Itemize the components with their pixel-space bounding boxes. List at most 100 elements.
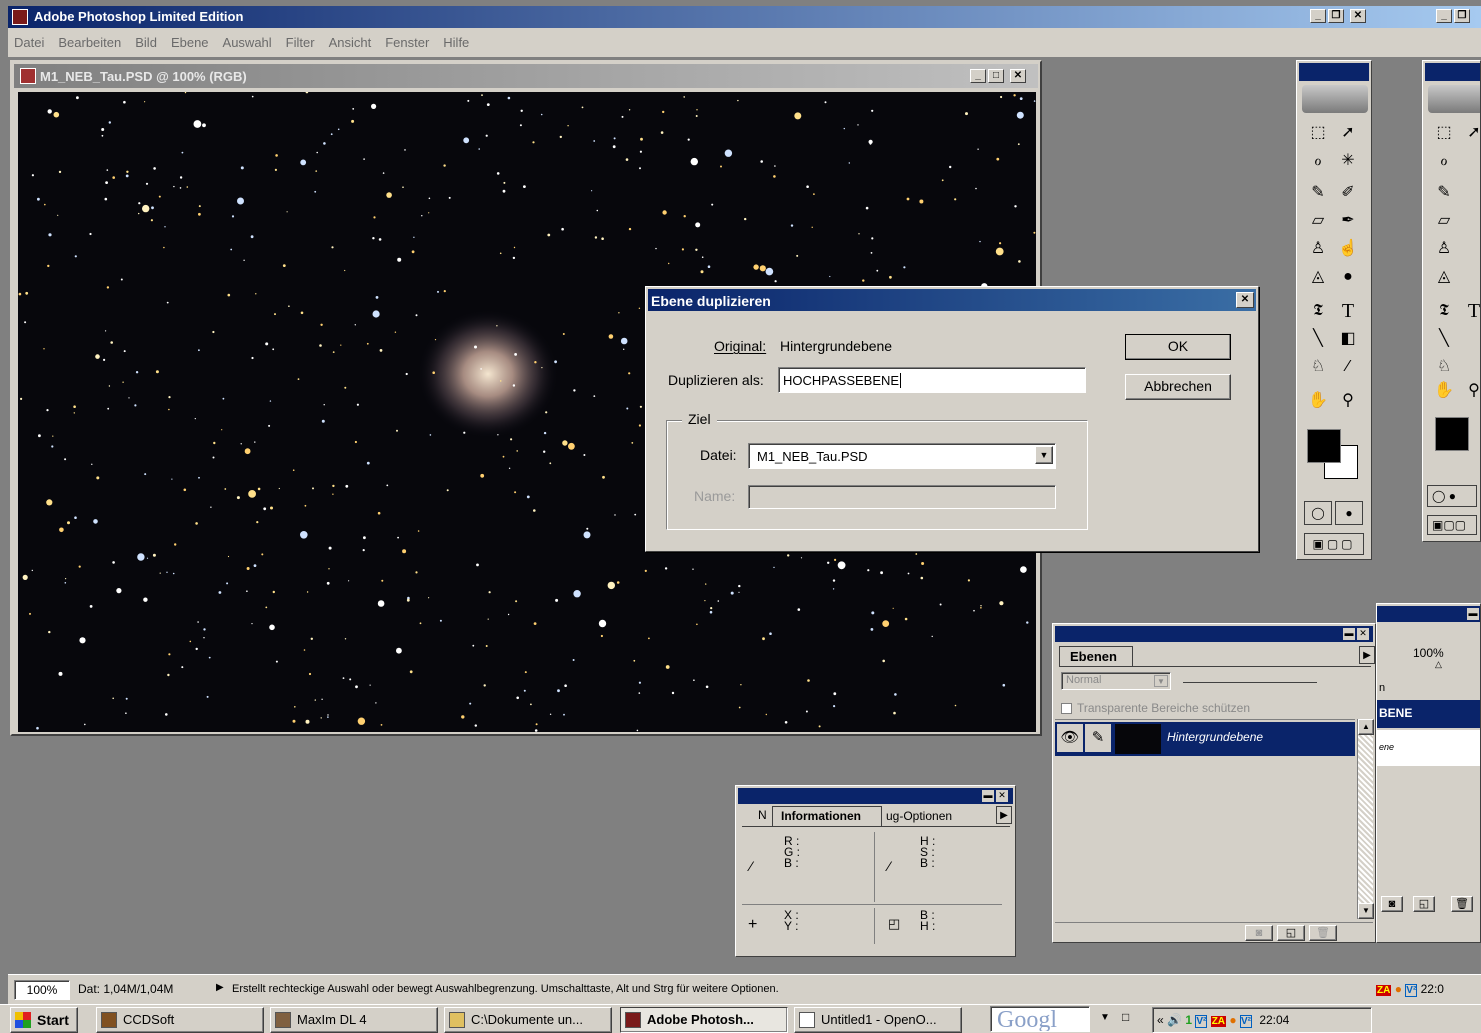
navigator-tab[interactable]: N <box>758 808 767 822</box>
screen-mode-icons[interactable]: ▣▢▢ <box>1304 533 1364 555</box>
blur-tool-icon[interactable]: ◬ <box>1304 265 1332 291</box>
delete-layer-icon[interactable]: 🗑 <box>1309 925 1337 941</box>
text-mask-tool-icon[interactable]: 𝕿 <box>1304 299 1332 325</box>
line-tool-icon-2[interactable]: ╲ <box>1430 327 1458 353</box>
info-menu-arrow-icon[interactable]: ▶ <box>996 806 1012 824</box>
minimize-button[interactable]: _ <box>1310 9 1326 23</box>
hand-tool-icon-2[interactable]: ✋ <box>1430 379 1458 405</box>
menu-item-auswahl[interactable]: Auswahl <box>223 35 272 50</box>
doc-close-button[interactable]: ✕ <box>1010 69 1026 83</box>
pencil-tool-icon[interactable]: ✐ <box>1334 181 1362 207</box>
layer-row-2[interactable]: BENE <box>1377 700 1480 728</box>
panel-minimize-icon[interactable]: ▬ <box>1343 628 1355 640</box>
cancel-button[interactable]: Abbrechen <box>1125 374 1231 400</box>
info-tab[interactable]: Informationen <box>772 806 882 826</box>
dialog-close-button[interactable]: ✕ <box>1236 292 1254 308</box>
new-layer-icon[interactable]: ◱ <box>1277 925 1305 941</box>
search-dropdown-icon[interactable]: ▼ <box>1100 1012 1110 1023</box>
menu-item-filter[interactable]: Filter <box>286 35 315 50</box>
speaker-icon[interactable]: 🔊 <box>1167 1013 1182 1027</box>
foreground-color-swatch-2[interactable] <box>1435 417 1469 451</box>
line-tool-icon[interactable]: ╲ <box>1304 327 1332 353</box>
eraser-tool-icon[interactable]: ▱ <box>1304 209 1332 235</box>
duplicate-as-input[interactable]: HOCHPASSEBENE <box>778 367 1086 393</box>
brush-tool-icon-2[interactable]: ✎ <box>1430 181 1458 207</box>
stamp-tool-icon[interactable]: ♙ <box>1304 237 1332 263</box>
move-tool-icon-2[interactable]: ➚ <box>1460 121 1480 147</box>
text-tool-icon-2[interactable]: T <box>1460 299 1480 325</box>
menu-item-bearbeiten[interactable]: Bearbeiten <box>58 35 121 50</box>
ok-button[interactable]: OK <box>1125 334 1231 360</box>
info-minimize-icon[interactable]: ▬ <box>982 790 994 802</box>
zoom-tool-icon[interactable]: ⚲ <box>1334 389 1362 415</box>
menu-item-bild[interactable]: Bild <box>135 35 157 50</box>
new-mask-icon-2[interactable]: ◙ <box>1381 896 1403 912</box>
foreground-color-swatch[interactable] <box>1307 429 1341 463</box>
tray-expand-icon[interactable]: « <box>1157 1013 1164 1027</box>
smudge-tool-icon[interactable]: ☝ <box>1334 237 1362 263</box>
restore-button[interactable]: ❐ <box>1328 9 1344 23</box>
zoom-tool-icon-2[interactable]: ⚲ <box>1460 379 1480 405</box>
stamp-tool-icon-2[interactable]: ♙ <box>1430 237 1458 263</box>
hand-tool-icon[interactable]: ✋ <box>1304 389 1332 415</box>
menu-item-datei[interactable]: Datei <box>14 35 44 50</box>
desktop-icon[interactable]: □ <box>1122 1010 1129 1024</box>
layers-tab[interactable]: Ebenen <box>1059 646 1133 666</box>
taskbar-item[interactable]: CCDSoft <box>96 1007 264 1033</box>
delete-layer-icon-2[interactable]: 🗑 <box>1451 896 1473 912</box>
doc-minimize-button[interactable]: _ <box>970 69 986 83</box>
text-mask-tool-icon-2[interactable]: 𝕿 <box>1430 299 1458 325</box>
eyedropper-tool-icon[interactable]: ⁄ <box>1334 355 1362 381</box>
blend-mode-select[interactable]: Normal ▼ <box>1061 672 1171 690</box>
brush-link-icon[interactable]: ✎ <box>1085 724 1111 752</box>
eraser-tool-icon-2[interactable]: ▱ <box>1430 209 1458 235</box>
opacity-slider-icon[interactable]: △ <box>1435 659 1442 670</box>
taskbar-item[interactable]: Untitled1 - OpenO... <box>794 1007 962 1033</box>
quickmask-mode-icon[interactable]: ● <box>1335 501 1363 525</box>
panel-menu-arrow-icon[interactable]: ▶ <box>1359 646 1375 664</box>
lasso-tool-icon-2[interactable]: ℴ <box>1430 149 1458 175</box>
chevron-down-icon[interactable]: ▼ <box>1035 446 1053 464</box>
scroll-up-icon[interactable]: ▲ <box>1358 719 1374 735</box>
move-tool-icon[interactable]: ➚ <box>1334 121 1362 147</box>
scroll-down-icon[interactable]: ▼ <box>1358 903 1374 919</box>
panel-minimize-icon-2[interactable]: ▬ <box>1467 608 1479 620</box>
menu-item-fenster[interactable]: Fenster <box>385 35 429 50</box>
screen-mode-icons-2[interactable]: ▣▢▢ <box>1427 515 1477 535</box>
menu-item-ebene[interactable]: Ebene <box>171 35 209 50</box>
paint-bucket-icon-2[interactable]: ♘ <box>1430 355 1458 381</box>
new-layer-icon-2[interactable]: ◱ <box>1413 896 1435 912</box>
status-arrow-icon[interactable]: ▶ <box>216 982 224 993</box>
layers-scrollbar[interactable]: ▲ ▼ <box>1357 719 1374 919</box>
standard-mode-icon[interactable]: ◯ <box>1304 501 1332 525</box>
magic-wand-icon[interactable]: ✳ <box>1334 149 1362 175</box>
info-close-icon[interactable]: ✕ <box>996 790 1008 802</box>
menu-item-hilfe[interactable]: Hilfe <box>443 35 469 50</box>
gradient-tool-icon[interactable]: ◧ <box>1334 327 1362 353</box>
protect-transparency-checkbox[interactable] <box>1061 703 1072 714</box>
close-button[interactable]: ✕ <box>1350 9 1366 23</box>
blur-tool-icon-2[interactable]: ◬ <box>1430 265 1458 291</box>
start-button[interactable]: Start <box>10 1007 78 1033</box>
minimize-button-2[interactable]: _ <box>1436 9 1452 23</box>
paint-bucket-icon[interactable]: ♘ <box>1304 355 1332 381</box>
tool-options-tab[interactable]: ug-Optionen <box>886 809 952 823</box>
panel-close-icon[interactable]: ✕ <box>1357 628 1369 640</box>
new-mask-icon[interactable]: ◙ <box>1245 925 1273 941</box>
doc-maximize-button[interactable]: □ <box>988 69 1004 83</box>
pen-tool-icon[interactable]: ✒ <box>1334 209 1362 235</box>
name-input[interactable] <box>748 485 1056 509</box>
text-tool-icon[interactable]: T <box>1334 299 1362 325</box>
taskbar-item[interactable]: Adobe Photosh... <box>620 1007 788 1033</box>
taskbar-item[interactable]: MaxIm DL 4 <box>270 1007 438 1033</box>
file-select[interactable]: M1_NEB_Tau.PSD ▼ <box>748 443 1056 469</box>
taskbar-item[interactable]: C:\Dokumente un... <box>444 1007 612 1033</box>
marquee-tool-icon-2[interactable]: ⬚ <box>1430 121 1458 147</box>
search-box[interactable]: Googl <box>990 1006 1090 1032</box>
standard-mode-icon-2[interactable]: ◯ ● <box>1427 485 1477 507</box>
lasso-tool-icon[interactable]: ℴ <box>1304 149 1332 175</box>
eye-visibility-icon[interactable]: 👁 <box>1057 724 1083 752</box>
chevron-down-icon[interactable]: ▼ <box>1154 675 1168 687</box>
brush-tool-icon[interactable]: ✎ <box>1304 181 1332 207</box>
marquee-tool-icon[interactable]: ⬚ <box>1304 121 1332 147</box>
